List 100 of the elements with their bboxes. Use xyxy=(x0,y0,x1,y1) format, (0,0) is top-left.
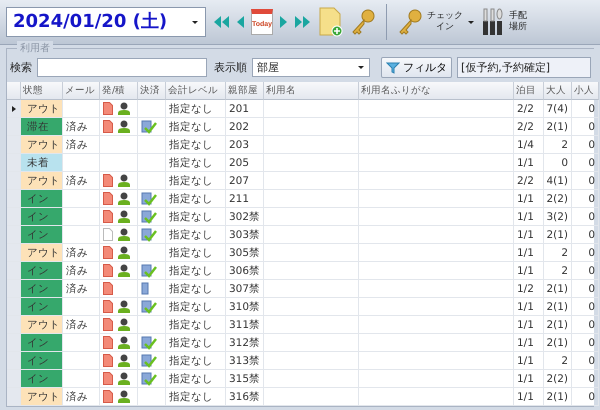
table-cell: 済み xyxy=(63,244,100,262)
table-cell: 201 xyxy=(226,100,264,118)
table-cell: 2 xyxy=(544,244,572,262)
search-field[interactable] xyxy=(37,58,207,77)
table-cell: 310禁 xyxy=(226,298,264,316)
caret-icon xyxy=(357,65,365,70)
caret-icon[interactable] xyxy=(191,20,199,24)
person-icon xyxy=(117,354,131,367)
table-cell: 0 xyxy=(572,208,599,226)
date-text: 2024/01/20 (土) xyxy=(13,11,168,33)
status-cell: イン xyxy=(21,190,63,208)
column-header[interactable]: 状態 xyxy=(21,82,63,100)
status-cell: アウト xyxy=(21,388,63,406)
table-cell: 1/1 xyxy=(514,208,544,226)
column-header[interactable]: 大人 xyxy=(544,82,572,100)
row-header[interactable] xyxy=(7,100,21,118)
column-header[interactable]: 利用名ふりがな xyxy=(359,82,514,100)
key-icon xyxy=(397,8,423,36)
table-cell: 2(1) xyxy=(544,316,572,334)
table-cell: 0 xyxy=(572,118,599,136)
column-header[interactable]: 利用名 xyxy=(264,82,359,100)
column-header[interactable]: 会計レベル xyxy=(166,82,226,100)
new-document-icon[interactable] xyxy=(318,7,344,37)
last-page-icon[interactable] xyxy=(294,15,312,29)
sort-dropdown[interactable]: 部屋 xyxy=(252,58,370,77)
table-cell: 1/1 xyxy=(514,190,544,208)
table-cell: 0 xyxy=(572,280,599,298)
table-cell: 0 xyxy=(572,298,599,316)
column-header[interactable]: 小人 xyxy=(572,82,599,100)
table-cell: 2/2 xyxy=(514,100,544,118)
person-icon xyxy=(117,390,131,403)
key-icon[interactable] xyxy=(350,8,376,36)
table-cell: 0 xyxy=(572,316,599,334)
table-cell: 指定なし xyxy=(166,262,226,280)
table-cell: 0 xyxy=(572,172,599,190)
table-cell: 指定なし xyxy=(166,334,226,352)
table-cell: 1/1 xyxy=(514,388,544,406)
person-icon xyxy=(117,192,131,205)
status-cell: イン xyxy=(21,262,63,280)
column-header[interactable]: 泊目 xyxy=(514,82,544,100)
table-cell: 1/1 xyxy=(514,370,544,388)
person-icon xyxy=(117,210,131,223)
table-cell: 済み xyxy=(63,172,100,190)
table-cell: 1/1 xyxy=(514,298,544,316)
table-cell: 済み xyxy=(63,280,100,298)
table-cell: 2 xyxy=(544,136,572,154)
table-cell: 202 xyxy=(226,118,264,136)
table-cell: 0 xyxy=(572,370,599,388)
table-cell: 指定なし xyxy=(166,244,226,262)
table-cell: 7(4) xyxy=(544,100,572,118)
table-cell: 312禁 xyxy=(226,334,264,352)
table-cell: 済み xyxy=(63,262,100,280)
table-cell: 0 xyxy=(572,388,599,406)
previous-icon[interactable] xyxy=(236,15,245,29)
table-cell: 0 xyxy=(572,352,599,370)
table-cell: 302禁 xyxy=(226,208,264,226)
column-header[interactable]: 発/積 xyxy=(100,82,138,100)
table-cell: 指定なし xyxy=(166,388,226,406)
status-cell: イン xyxy=(21,208,63,226)
table-cell: 指定なし xyxy=(166,118,226,136)
table-cell: 2/2 xyxy=(514,118,544,136)
column-header[interactable]: 親部屋 xyxy=(226,82,264,100)
table-cell: 指定なし xyxy=(166,280,226,298)
group-title: 利用者 xyxy=(17,41,53,55)
status-cell: イン xyxy=(21,370,63,388)
table-cell: 済み xyxy=(63,118,100,136)
filter-button[interactable]: フィルタ xyxy=(381,57,452,78)
table-cell: 2(1) xyxy=(544,298,572,316)
table-cell: 311禁 xyxy=(226,316,264,334)
person-icon xyxy=(117,372,131,385)
table-cell: 1/1 xyxy=(514,316,544,334)
table-cell: 1/1 xyxy=(514,154,544,172)
table-cell: 指定なし xyxy=(166,316,226,334)
table-cell: 1/4 xyxy=(514,136,544,154)
next-icon[interactable] xyxy=(279,15,288,29)
checkin-button[interactable]: チェック イン xyxy=(397,8,475,36)
table-cell: 1/1 xyxy=(514,334,544,352)
table-cell: 1/1 xyxy=(514,262,544,280)
table-cell: 306禁 xyxy=(226,262,264,280)
table-cell: 指定なし xyxy=(166,370,226,388)
table-cell: 1/2 xyxy=(514,280,544,298)
person-icon xyxy=(117,300,131,313)
table-cell: 済み xyxy=(63,136,100,154)
person-icon xyxy=(117,318,131,331)
person-icon xyxy=(117,228,131,241)
table-cell: 3(2) xyxy=(544,208,572,226)
arrange-button[interactable]: 手配 場所 xyxy=(481,7,527,37)
table-cell: 2 xyxy=(544,352,572,370)
filter-field[interactable]: [仮予約,予約確定] xyxy=(457,57,591,78)
column-header[interactable]: 決済 xyxy=(138,82,166,100)
person-icon xyxy=(117,102,131,115)
column-header[interactable]: メール xyxy=(63,82,100,100)
first-page-icon[interactable] xyxy=(212,15,230,29)
table-cell: 指定なし xyxy=(166,100,226,118)
caret-icon xyxy=(467,20,475,24)
table-cell: 0 xyxy=(572,244,599,262)
date-field[interactable]: 2024/01/20 (土) xyxy=(6,7,206,37)
table-cell: 2(2) xyxy=(544,190,572,208)
status-cell: イン xyxy=(21,298,63,316)
table-cell: 2/2 xyxy=(514,172,544,190)
